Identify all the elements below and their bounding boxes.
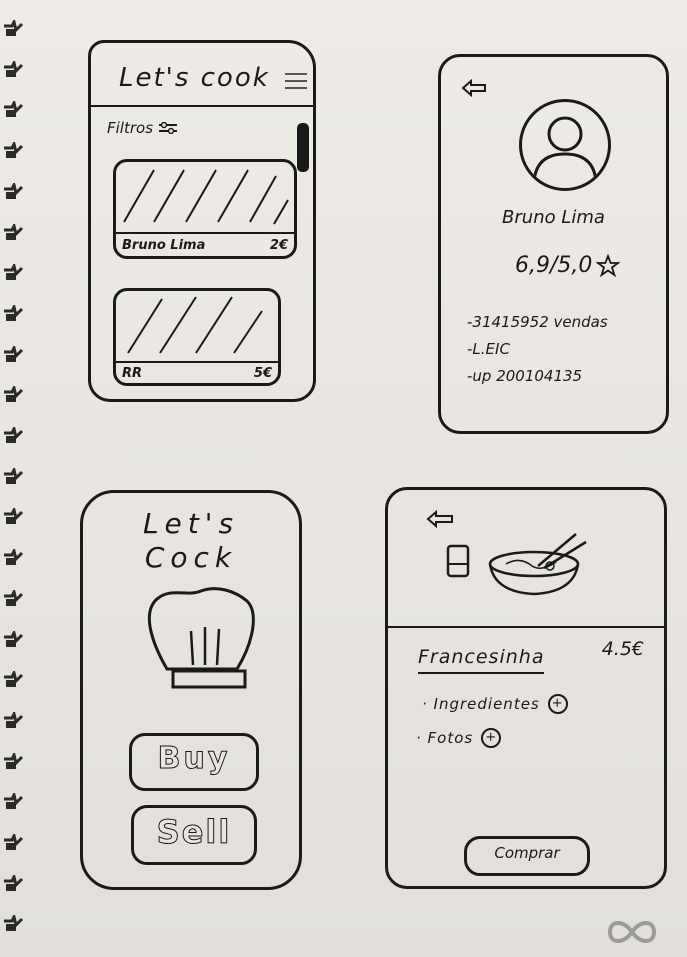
spiral-ring <box>2 139 26 162</box>
back-button[interactable] <box>426 509 454 532</box>
phone-profile-screen: Bruno Lima 6,9/5,0 -31415952 vendas -L.E… <box>438 54 669 434</box>
spiral-ring <box>2 750 26 773</box>
rating-value: 6,9/5,0 <box>515 253 593 278</box>
spiral-binding <box>2 17 28 957</box>
filters-label: Filtros <box>107 119 154 137</box>
spiral-ring <box>2 790 26 813</box>
dish-hero <box>388 490 664 628</box>
spiral-ring <box>2 668 26 691</box>
spiral-ring <box>2 180 26 203</box>
photos-label: · Fotos <box>416 729 474 747</box>
dish-card[interactable]: Bruno Lima 2€ <box>113 159 297 259</box>
home-title-line1: Let's <box>142 507 240 540</box>
spiral-ring <box>2 872 26 895</box>
spiral-ring <box>2 587 26 610</box>
dish-price: 4.5€ <box>601 638 644 660</box>
phone-listing-screen: Let's cook Filtros Bruno Lima 2€ RR 5€ <box>88 40 316 402</box>
dish-price: 2€ <box>269 237 288 253</box>
spiral-ring <box>2 302 26 325</box>
spiral-ring <box>2 831 26 854</box>
profile-stats: -31415952 vendas -L.EIC -up 200104135 <box>467 309 608 390</box>
spiral-ring <box>2 506 26 528</box>
back-button[interactable] <box>461 78 487 101</box>
filter-icon <box>159 122 178 134</box>
profile-name: Bruno Lima <box>502 207 605 228</box>
back-arrow-icon <box>426 509 453 529</box>
spiral-ring <box>2 546 26 569</box>
dish-seller: Bruno Lima <box>122 237 206 253</box>
comprar-button[interactable]: Comprar <box>464 836 590 876</box>
user-avatar-icon <box>519 99 611 191</box>
dish-image-placeholder <box>123 169 289 225</box>
star-icon <box>596 253 621 277</box>
spiral-ring <box>2 58 26 81</box>
spiral-ring <box>2 221 26 244</box>
spiral-ring <box>2 261 26 284</box>
spiral-ring <box>2 343 26 366</box>
menu-icon[interactable] <box>285 73 307 89</box>
spiral-ring <box>2 465 26 488</box>
stat-course: -L.EIC <box>467 340 510 358</box>
dish-card-meta: RR 5€ <box>116 361 278 383</box>
photos-row[interactable]: · Fotos + <box>416 728 502 748</box>
sell-button[interactable]: Sell <box>131 805 257 865</box>
back-arrow-icon <box>461 78 486 98</box>
home-title: Let's Cock <box>83 507 299 575</box>
infinity-logo <box>607 921 657 943</box>
profile-rating: 6,9/5,0 <box>515 253 621 278</box>
dish-name: Francesinha <box>418 646 545 674</box>
spiral-ring <box>2 383 26 406</box>
spiral-ring <box>2 709 26 732</box>
spiral-ring <box>2 424 26 447</box>
ingredients-label: · Ingredientes <box>422 695 540 713</box>
plus-icon[interactable]: + <box>481 728 502 748</box>
dish-price: 5€ <box>253 365 272 381</box>
chef-hat-icon <box>147 587 255 689</box>
phone-dish-screen: Francesinha 4.5€ · Ingredientes + · Foto… <box>385 487 667 889</box>
spiral-ring <box>2 17 26 40</box>
spiral-ring <box>2 99 26 121</box>
dish-seller: RR <box>122 365 143 381</box>
spiral-ring <box>2 913 26 935</box>
buy-button[interactable]: Buy <box>129 733 259 791</box>
home-title-line2: Cock <box>144 541 238 574</box>
ingredients-row[interactable]: · Ingredientes + <box>422 694 568 714</box>
glass-icon <box>446 544 470 578</box>
app-title: Let's cook <box>119 63 270 93</box>
stat-student-id: -up 200104135 <box>467 367 583 385</box>
phone-home-screen: Let's Cock Buy Sell <box>80 490 302 890</box>
dish-card[interactable]: RR 5€ <box>113 288 281 386</box>
app-header: Let's cook <box>91 43 313 107</box>
filters-button[interactable]: Filtros <box>107 119 178 137</box>
dish-image-placeholder <box>127 296 263 354</box>
dish-card-meta: Bruno Lima 2€ <box>116 232 294 256</box>
scrollbar[interactable] <box>297 123 309 172</box>
stat-sales: -31415952 vendas <box>467 313 608 331</box>
bowl-chopsticks-icon <box>488 533 587 596</box>
spiral-ring <box>2 628 26 651</box>
plus-icon[interactable]: + <box>547 694 568 714</box>
